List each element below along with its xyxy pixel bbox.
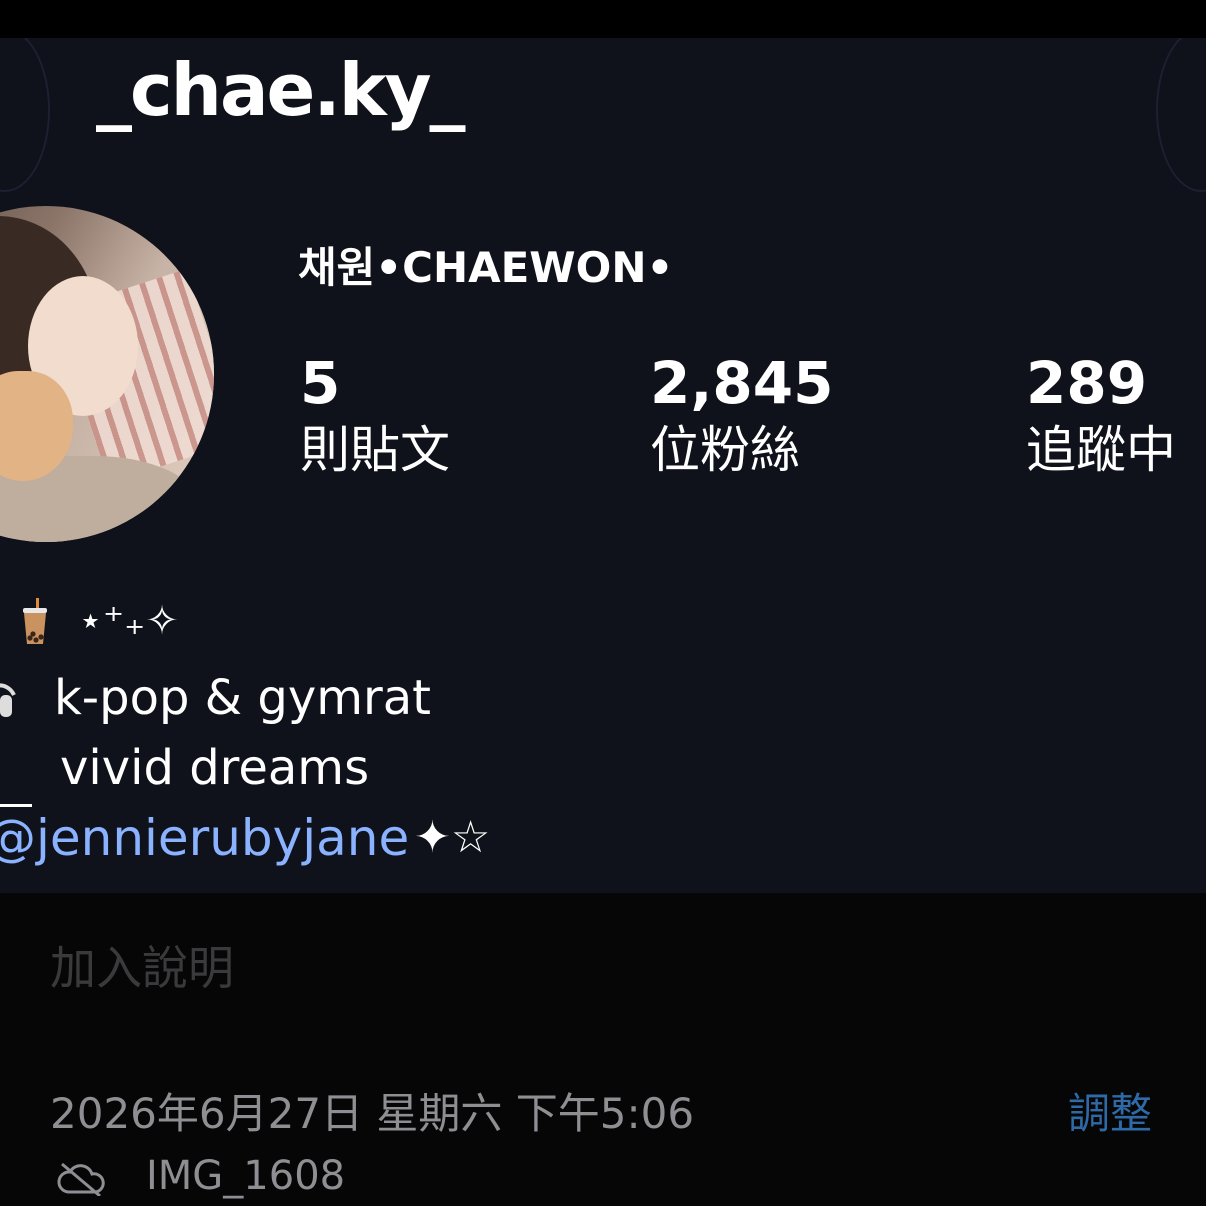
photo-datetime: 2026年6月27日 星期六 下午5:06 <box>50 1089 695 1138</box>
bio-mention-stars: ✦☆ <box>414 812 491 863</box>
display-name: 채원•CHAEWON• <box>298 243 674 292</box>
bio-mention-link[interactable]: @jennierubyjane <box>0 806 409 870</box>
stat-following: 289 追蹤中 <box>1026 348 1176 482</box>
posts-count: 5 <box>300 349 341 417</box>
caption-input[interactable]: 加入說明 <box>50 936 234 1000</box>
profile-screenshot: _chae.ky_ 채원•CHAEWON• 5 則貼文 2,845 位粉絲 28… <box>0 38 1206 893</box>
bio-tagline: vivid dreams <box>60 740 370 796</box>
headphones-icon <box>0 683 16 717</box>
bio-sparkles: ⋆⁺₊✧ <box>78 598 179 644</box>
stat-posts: 5 則貼文 <box>300 348 450 482</box>
file-name: IMG_1608 <box>146 1153 346 1199</box>
followers-label: 位粉絲 <box>650 421 800 479</box>
boba-tea-icon <box>23 598 47 644</box>
profile-username: _chae.ky_ <box>96 48 466 132</box>
bio-interests: k-pop & gymrat <box>54 670 431 726</box>
menu-button-outline <box>1156 38 1206 192</box>
adjust-button[interactable]: 調整 <box>1068 1082 1152 1146</box>
posts-label: 則貼文 <box>300 421 450 479</box>
following-label: 追蹤中 <box>1026 421 1176 479</box>
following-count: 289 <box>1026 349 1148 417</box>
followers-count: 2,845 <box>650 349 834 417</box>
avatar <box>0 206 214 542</box>
cloud-off-icon <box>57 1162 105 1196</box>
stat-followers: 2,845 位粉絲 <box>650 348 833 482</box>
back-button-outline <box>0 38 50 192</box>
top-bar <box>0 0 1206 38</box>
